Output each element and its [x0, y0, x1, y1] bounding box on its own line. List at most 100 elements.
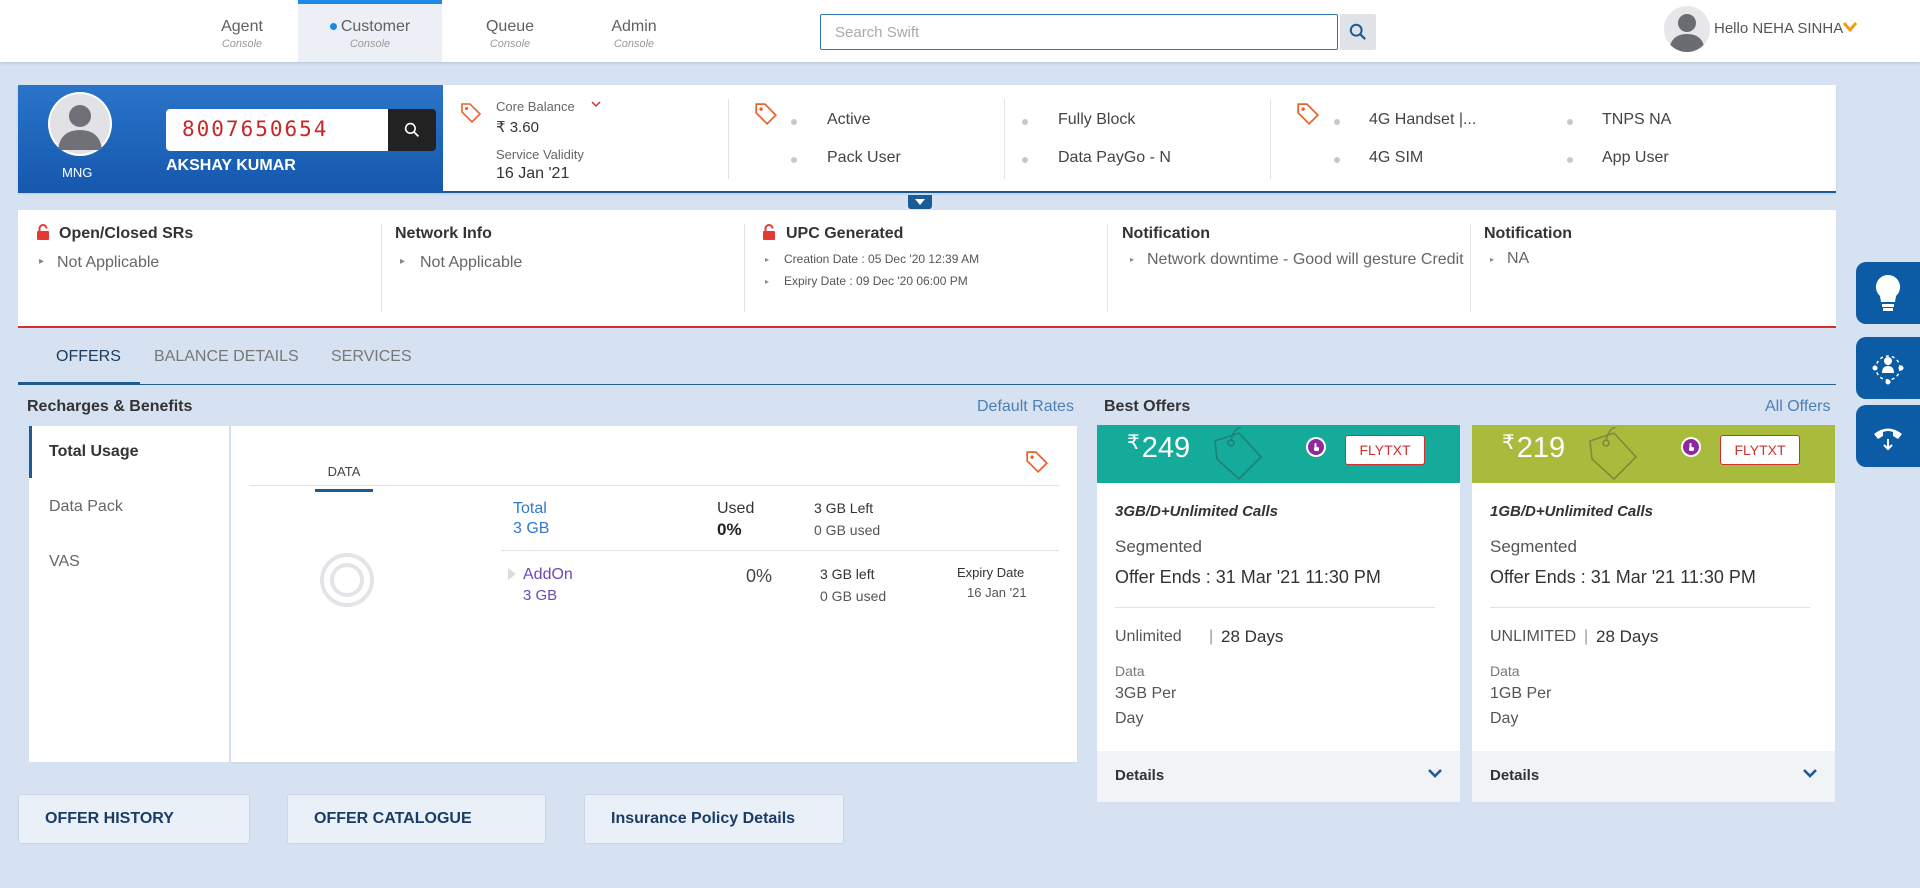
msisdn-search-button[interactable] — [388, 109, 436, 151]
offer-price: ₹219 — [1502, 430, 1565, 465]
user-avatar[interactable] — [1664, 6, 1710, 52]
offer-source-badge: FLYTXT — [1720, 435, 1800, 465]
caret-right-icon[interactable] — [508, 568, 516, 580]
search-input[interactable] — [820, 14, 1338, 50]
offer-ends: Offer Ends : 31 Mar '21 11:30 PM — [1115, 567, 1381, 587]
nav-tab-customer[interactable]: Customer Console — [298, 0, 442, 62]
user-greeting[interactable]: Hello NEHA SINHA — [1714, 20, 1843, 37]
all-offers-link[interactable]: All Offers — [1765, 398, 1831, 416]
default-rates-link[interactable]: Default Rates — [977, 398, 1074, 416]
tab-services[interactable]: SERVICES — [331, 345, 412, 385]
hand-icon — [1306, 437, 1326, 457]
offer-data-line2: Day — [1115, 710, 1144, 727]
divider — [381, 224, 382, 312]
chevron-down-icon — [1803, 769, 1817, 778]
separator: | — [1209, 628, 1214, 645]
offer-card[interactable]: ₹249 FLYTXT 3GB/D+Unlimited Calls Segmen… — [1097, 425, 1460, 802]
left-used: 0 GB used — [814, 522, 881, 538]
offer-price: ₹249 — [1127, 430, 1190, 465]
tab-data[interactable]: DATA — [315, 452, 373, 492]
offer-history-button[interactable]: OFFER HISTORY — [18, 794, 250, 844]
tag-icon — [755, 103, 778, 126]
offer-voice: UNLIMITED — [1490, 628, 1577, 645]
hand-icon — [1681, 437, 1701, 457]
unlock-icon — [763, 224, 775, 240]
notification-title: Notification — [1484, 225, 1572, 242]
customer-avatar — [48, 92, 112, 156]
search-icon — [1349, 23, 1366, 40]
addon-used: 0 GB used — [820, 588, 887, 604]
chevron-down-icon[interactable] — [591, 99, 601, 109]
expiry-label: Expiry Date — [957, 565, 1025, 580]
bullet-icon: ▸ — [1130, 255, 1135, 264]
details-label: Details — [1115, 767, 1165, 784]
status-dot — [1567, 157, 1573, 163]
offer-data-line1: 1GB Per — [1490, 685, 1552, 702]
bullet-icon: ▸ — [39, 256, 45, 267]
tag-icon[interactable] — [1025, 450, 1049, 474]
network-info-title: Network Info — [395, 225, 492, 242]
status-pack-user: Pack User — [827, 149, 901, 166]
caret-down-icon — [915, 198, 925, 205]
srs-title: Open/Closed SRs — [59, 225, 194, 242]
upc-title: UPC Generated — [786, 225, 904, 242]
device-handset: 4G Handset |... — [1369, 111, 1477, 128]
msisdn-field[interactable]: 8007650654 — [166, 109, 388, 151]
tab-balance-details[interactable]: BALANCE DETAILS — [154, 345, 299, 385]
divider — [1107, 224, 1108, 312]
offer-card[interactable]: ₹219 FLYTXT 1GB/D+Unlimited Calls Segmen… — [1472, 425, 1835, 802]
customer-segment: MNG — [62, 165, 93, 180]
expand-toggle[interactable] — [908, 195, 932, 209]
divider — [728, 99, 729, 179]
price-tag-watermark-icon — [1589, 427, 1638, 481]
offer-ends: Offer Ends : 31 Mar '21 11:30 PM — [1490, 567, 1756, 587]
price-tag-watermark-icon — [1214, 427, 1263, 481]
expiry-value: 16 Jan '21 — [967, 585, 1027, 600]
offer-data-label: Data — [1115, 663, 1145, 679]
offer-card-header: ₹249 FLYTXT — [1097, 425, 1460, 483]
offer-segment: Segmented — [1115, 537, 1202, 556]
offer-name: 1GB/D+Unlimited Calls — [1490, 503, 1653, 520]
offer-name: 3GB/D+Unlimited Calls — [1115, 503, 1278, 520]
nav-tab-agent[interactable]: Agent Console — [170, 0, 314, 62]
insurance-policy-details-button[interactable]: Insurance Policy Details — [584, 794, 844, 844]
tips-button[interactable] — [1856, 262, 1920, 324]
nav-tab-title: Customer — [298, 18, 442, 36]
offer-catalogue-button[interactable]: OFFER CATALOGUE — [287, 794, 546, 844]
status-dot — [791, 157, 797, 163]
usage-nav-total[interactable]: Total Usage — [29, 426, 229, 478]
device-sim: 4G SIM — [1369, 149, 1424, 166]
chevron-down-icon[interactable] — [1843, 20, 1857, 34]
offer-data-label: Data — [1490, 663, 1520, 679]
addon-label[interactable]: AddOn — [523, 566, 573, 584]
usage-nav-data-pack[interactable]: Data Pack — [29, 481, 229, 533]
usage-nav-vas[interactable]: VAS — [29, 536, 229, 588]
total-label: Total — [513, 500, 547, 517]
offer-details-toggle[interactable]: Details — [1097, 751, 1460, 802]
status-data-paygo: Data PayGo - N — [1058, 149, 1171, 166]
tag-icon — [1297, 103, 1320, 126]
offer-price-value: 219 — [1516, 432, 1566, 464]
call-button[interactable] — [1856, 405, 1920, 467]
details-label: Details — [1490, 767, 1540, 784]
agent-connect-button[interactable] — [1856, 337, 1920, 399]
notification-text: Network downtime - Good will gesture Cre… — [1147, 251, 1464, 268]
bullet-icon: ▸ — [400, 256, 406, 267]
search-button[interactable] — [1340, 14, 1376, 50]
bullet-icon: ▸ — [765, 255, 770, 264]
lightbulb-icon — [1875, 274, 1901, 311]
service-validity-label: Service Validity — [496, 147, 584, 162]
nav-tab-admin[interactable]: Admin Console — [562, 0, 706, 62]
used-value: 0% — [717, 520, 742, 539]
status-dot — [1022, 157, 1028, 163]
divider — [249, 485, 1059, 486]
offer-details-toggle[interactable]: Details — [1472, 751, 1835, 802]
phone-icon — [1874, 428, 1902, 451]
divider — [1004, 99, 1005, 179]
bullet-icon: ▸ — [765, 277, 770, 286]
core-balance-label: Core Balance — [496, 99, 575, 114]
offer-source-badge: FLYTXT — [1345, 435, 1425, 465]
nav-tab-queue[interactable]: Queue Console — [438, 0, 582, 62]
offer-validity: 28 Days — [1596, 627, 1659, 646]
tab-offers[interactable]: OFFERS — [18, 345, 140, 385]
